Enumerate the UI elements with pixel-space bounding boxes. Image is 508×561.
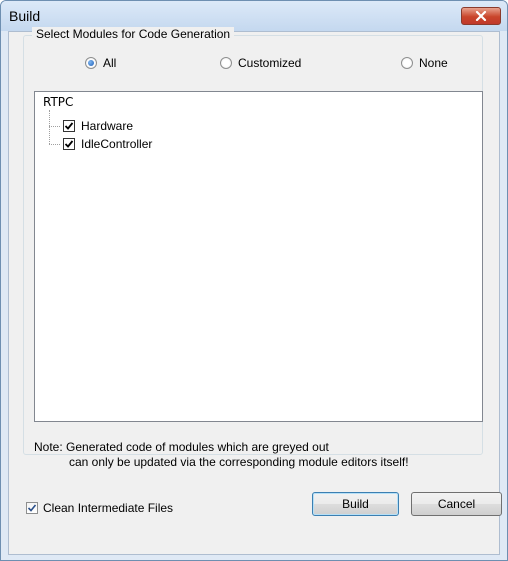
radio-customized[interactable]: Customized (220, 56, 301, 70)
clean-files-label: Clean Intermediate Files (43, 501, 174, 515)
tree-connector (49, 126, 60, 127)
idlecontroller-checkbox[interactable] (63, 138, 75, 150)
cancel-button[interactable]: Cancel (411, 492, 502, 516)
radio-none[interactable]: None (401, 56, 448, 70)
checkmark-icon (27, 504, 37, 512)
note-line-2: can only be updated via the correspondin… (69, 455, 409, 469)
clean-files-checkbox[interactable] (26, 502, 38, 514)
radio-customized-label: Customized (238, 56, 302, 70)
tree-connector (49, 110, 50, 144)
build-dialog: Build Select Modules for Code Generation… (0, 0, 508, 561)
radio-customized-indicator (220, 57, 232, 69)
note-line-1: Note: Generated code of modules which ar… (34, 440, 329, 454)
tree-item-hardware[interactable]: Hardware (63, 119, 133, 133)
hardware-checkbox[interactable] (63, 120, 75, 132)
tree-item-label: IdleController (81, 137, 153, 151)
tree-item-idlecontroller[interactable]: IdleController (63, 137, 152, 151)
module-tree[interactable]: RTPC Hardware IdleController (34, 91, 483, 422)
checkmark-icon (64, 122, 74, 130)
close-icon (475, 11, 487, 21)
clean-intermediate-files-option[interactable]: Clean Intermediate Files (26, 501, 173, 515)
build-button[interactable]: Build (312, 492, 399, 516)
tree-connector (49, 144, 60, 145)
tree-root-rtpc[interactable]: RTPC (43, 95, 73, 109)
window-title: Build (9, 8, 41, 24)
note-text: Note: Generated code of modules which ar… (34, 440, 409, 470)
radio-none-label: None (419, 56, 448, 70)
tree-item-label: Hardware (81, 119, 134, 133)
radio-all-indicator (85, 57, 97, 69)
group-label: Select Modules for Code Generation (32, 27, 235, 41)
close-button[interactable] (461, 7, 501, 25)
radio-all[interactable]: All (85, 56, 116, 70)
radio-none-indicator (401, 57, 413, 69)
radio-all-label: All (103, 56, 117, 70)
checkmark-icon (64, 140, 74, 148)
